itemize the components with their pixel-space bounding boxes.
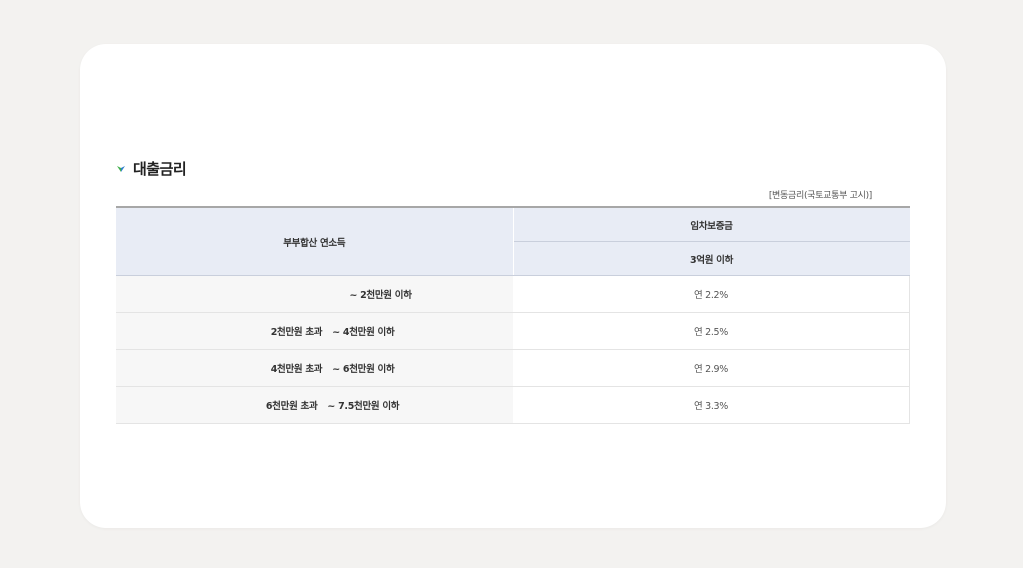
income-from: 4천만원 초과 [270, 364, 323, 375]
header-deposit: 임차보증금 [513, 207, 910, 242]
rate-cell: 연 3.3% [513, 386, 910, 424]
table-row: ~ 2천만원 이하 연 2.2% [116, 275, 910, 313]
section-title: 대출금리 [133, 160, 187, 178]
income-from: 2천만원 초과 [270, 327, 323, 338]
header-income: 부부합산 연소득 [116, 207, 514, 276]
income-range-cell: ~ 2천만원 이하 [116, 275, 513, 313]
header-deposit-sub: 3억원 이하 [513, 241, 910, 276]
rate-cell: 연 2.9% [513, 349, 910, 387]
rate-cell: 연 2.2% [513, 275, 910, 313]
leaf-bullet-icon [117, 165, 125, 172]
income-range-cell: 2천만원 초과 ~ 4천만원 이하 [116, 312, 513, 350]
income-to: ~ 2천만원 이하 [349, 290, 412, 301]
table-row: 4천만원 초과 ~ 6천만원 이하 연 2.9% [116, 349, 910, 387]
content-card: 대출금리 [변동금리(국토교통부 고시)] 부부합산 연소득 임차보증금 3억원… [80, 44, 946, 528]
section-header: 대출금리 [116, 158, 187, 179]
rate-type-note: [변동금리(국토교통부 고시)] [768, 191, 872, 201]
income-to: ~ 4천만원 이하 [332, 327, 395, 338]
table-row: 2천만원 초과 ~ 4천만원 이하 연 2.5% [116, 312, 910, 350]
loan-rate-table: 부부합산 연소득 임차보증금 3억원 이하 ~ 2천만원 이하 연 2.2% 2 [116, 206, 910, 424]
income-to: ~ 7.5천만원 이하 [327, 401, 400, 412]
income-range-cell: 4천만원 초과 ~ 6천만원 이하 [116, 349, 513, 387]
income-from: 6천만원 초과 [265, 401, 318, 412]
rate-cell: 연 2.5% [513, 312, 910, 350]
income-to: ~ 6천만원 이하 [332, 364, 395, 375]
income-range-cell: 6천만원 초과 ~ 7.5천만원 이하 [116, 386, 513, 424]
table-row: 6천만원 초과 ~ 7.5천만원 이하 연 3.3% [116, 386, 910, 424]
